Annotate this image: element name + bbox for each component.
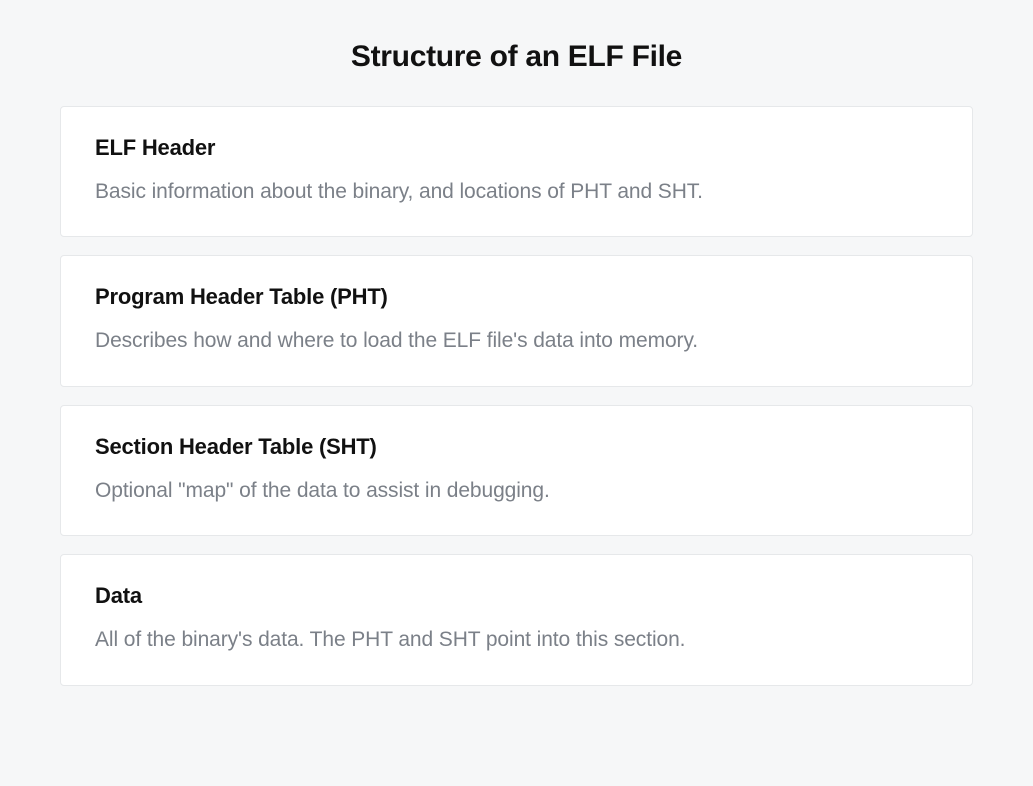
section-card-elf-header: ELF Header Basic information about the b… xyxy=(60,106,973,237)
section-heading: Section Header Table (SHT) xyxy=(95,434,938,460)
section-heading: Program Header Table (PHT) xyxy=(95,284,938,310)
section-description: Basic information about the binary, and … xyxy=(95,177,938,206)
section-card-data: Data All of the binary's data. The PHT a… xyxy=(60,554,973,685)
section-description: All of the binary's data. The PHT and SH… xyxy=(95,625,938,654)
page-title: Structure of an ELF File xyxy=(60,40,973,74)
section-list: ELF Header Basic information about the b… xyxy=(60,106,973,686)
section-card-pht: Program Header Table (PHT) Describes how… xyxy=(60,255,973,386)
section-heading: Data xyxy=(95,583,938,609)
section-description: Optional "map" of the data to assist in … xyxy=(95,476,938,505)
section-description: Describes how and where to load the ELF … xyxy=(95,326,938,355)
section-heading: ELF Header xyxy=(95,135,938,161)
section-card-sht: Section Header Table (SHT) Optional "map… xyxy=(60,405,973,536)
